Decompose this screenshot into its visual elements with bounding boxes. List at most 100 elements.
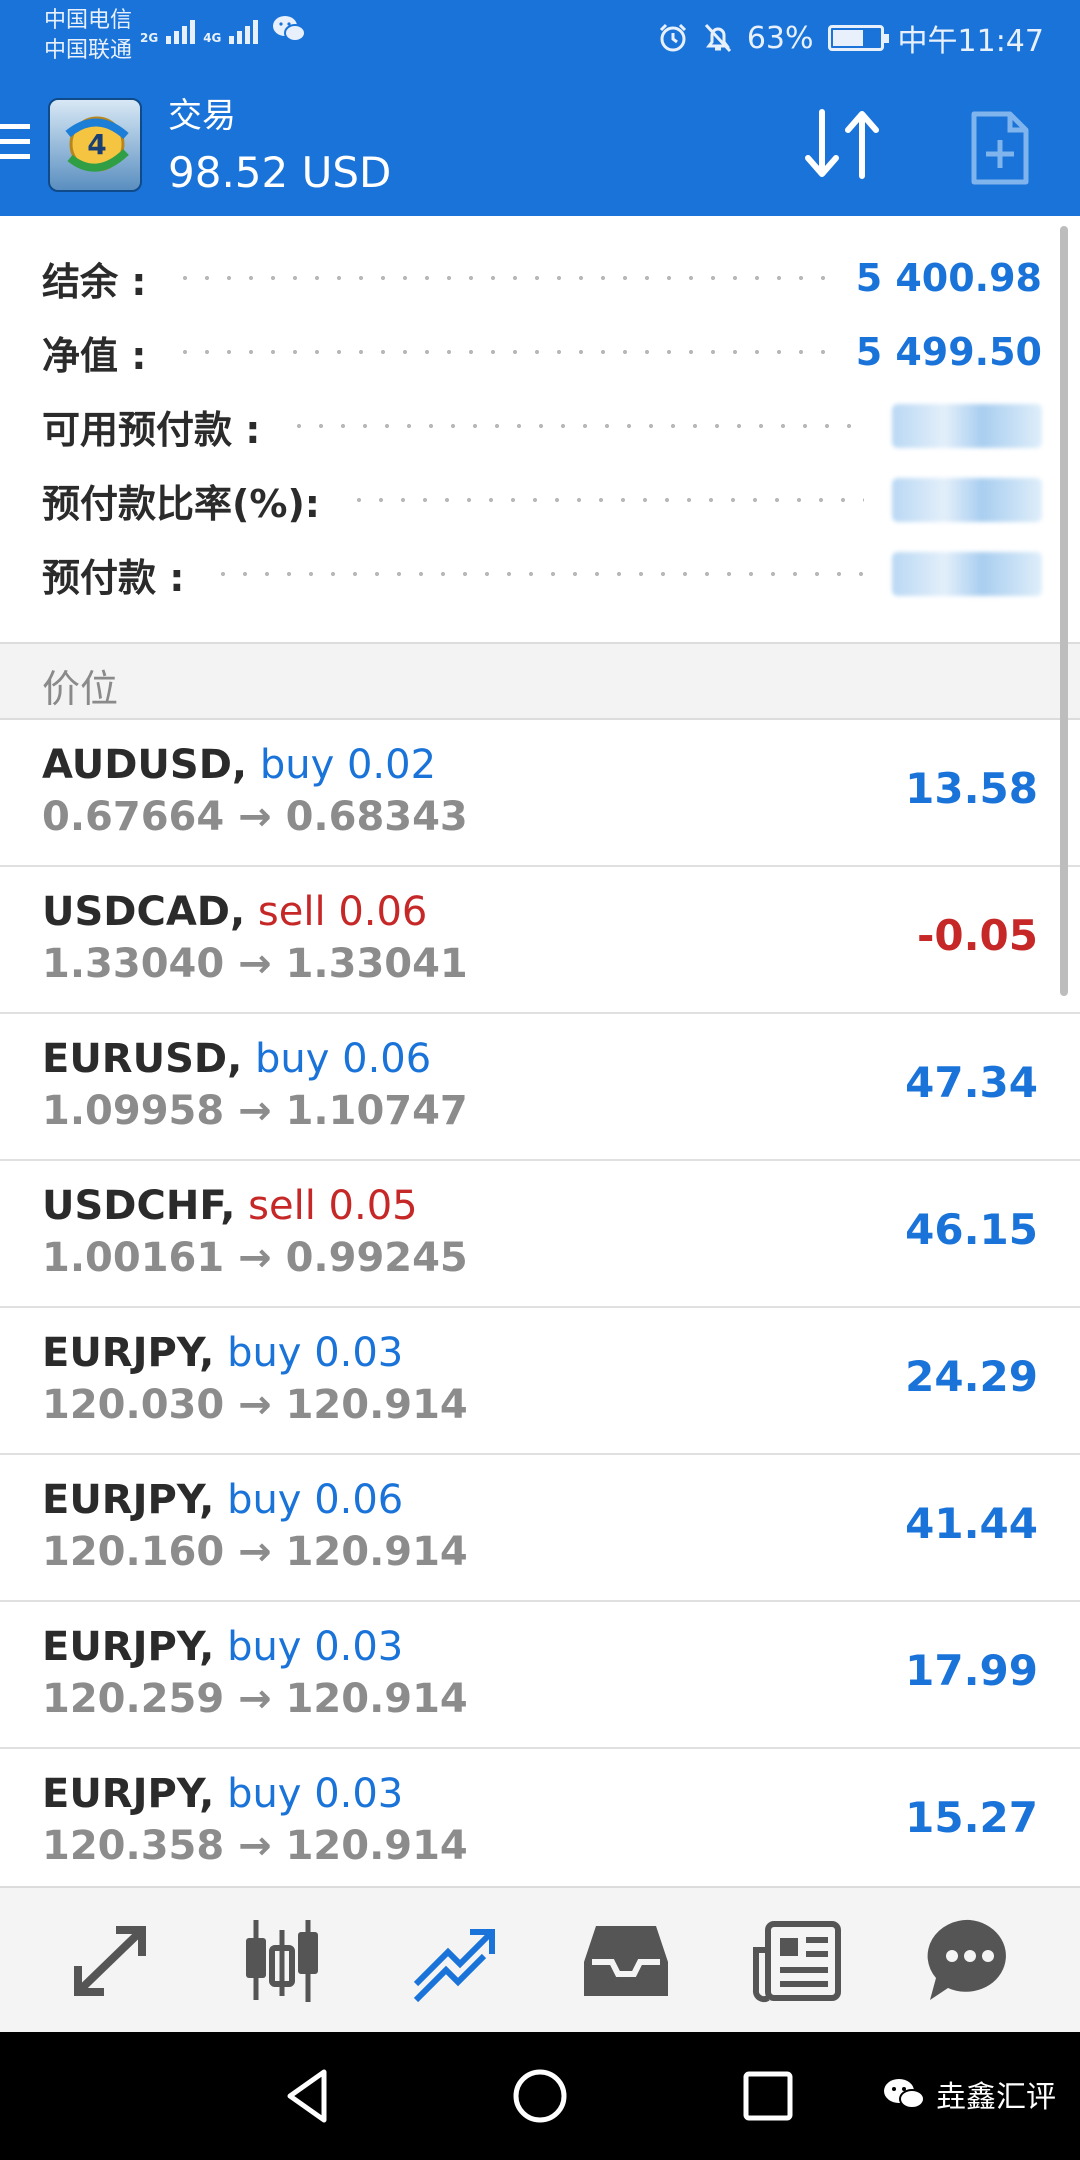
- position-title: AUDUSD, buy 0.02: [42, 740, 436, 790]
- summary-value: 5 499.50: [855, 330, 1042, 374]
- carrier-1: 中国电信: [44, 8, 133, 33]
- screen-title: 交易: [168, 96, 236, 136]
- bottom-navigation: [0, 1886, 1080, 2032]
- signal-icon-2: [229, 18, 259, 44]
- position-prices: 120.259 → 120.914: [42, 1674, 468, 1724]
- app-toolbar: 4 交易 98.52 USD: [0, 72, 1080, 216]
- open-price: 1.33040: [42, 941, 225, 987]
- summary-row-free-margin: 可用预付款 :: [42, 396, 1042, 456]
- wechat-icon: [273, 16, 307, 42]
- battery-percent: 63%: [746, 20, 814, 56]
- current-price: 1.10747: [285, 1088, 468, 1134]
- position-row[interactable]: USDCHF, sell 0.05 1.00161 → 0.99245 46.15: [0, 1161, 1080, 1308]
- app-logo: 4: [48, 98, 142, 192]
- position-row[interactable]: EURJPY, buy 0.03 120.358 → 120.914 15.27: [0, 1749, 1080, 1896]
- position-symbol: EURJPY,: [42, 1477, 215, 1523]
- blurred-value: [892, 478, 1042, 522]
- history-icon[interactable]: [576, 1910, 676, 2010]
- chart-icon[interactable]: [232, 1910, 332, 2010]
- scrollbar[interactable]: [1060, 226, 1068, 996]
- position-prices: 120.358 → 120.914: [42, 1821, 468, 1871]
- network-indicators: 2G 4G: [140, 14, 307, 45]
- position-direction: sell 0.06: [257, 889, 428, 935]
- open-price: 1.09958: [42, 1088, 225, 1134]
- open-price: 120.030: [42, 1382, 225, 1428]
- dot-leader: [288, 424, 864, 428]
- current-price: 120.914: [285, 1382, 468, 1428]
- position-direction: buy 0.03: [227, 1771, 404, 1817]
- position-title: USDCHF, sell 0.05: [42, 1181, 418, 1231]
- position-prices: 0.67664 → 0.68343: [42, 792, 468, 842]
- arrow-icon: →: [238, 1676, 272, 1722]
- position-row[interactable]: EURJPY, buy 0.03 120.030 → 120.914 24.29: [0, 1308, 1080, 1455]
- home-icon[interactable]: [508, 2064, 572, 2128]
- open-price: 1.00161: [42, 1235, 225, 1281]
- summary-label: 预付款 :: [42, 555, 185, 600]
- arrow-icon: →: [238, 1088, 272, 1134]
- toolbar-balance: 98.52 USD: [168, 148, 392, 197]
- position-title: EURUSD, buy 0.06: [42, 1034, 431, 1084]
- menu-icon[interactable]: [0, 124, 30, 164]
- position-row[interactable]: USDCAD, sell 0.06 1.33040 → 1.33041 -0.05: [0, 867, 1080, 1014]
- position-symbol: EURJPY,: [42, 1330, 215, 1376]
- account-summary: 结余 : 5 400.98 净值 : 5 499.50 可用预付款 : 预付款比…: [0, 216, 1080, 644]
- current-price: 120.914: [285, 1823, 468, 1869]
- position-direction: buy 0.06: [255, 1036, 432, 1082]
- trade-icon[interactable]: [404, 1910, 504, 2010]
- positions-header: 价位: [0, 644, 1080, 720]
- positions-list: AUDUSD, buy 0.02 0.67664 → 0.68343 13.58 US…: [0, 720, 1080, 1896]
- position-row[interactable]: EURJPY, buy 0.06 120.160 → 120.914 41.44: [0, 1455, 1080, 1602]
- chat-icon[interactable]: [920, 1910, 1020, 2010]
- position-symbol: USDCAD,: [42, 889, 246, 935]
- blurred-value: [892, 552, 1042, 596]
- current-price: 0.68343: [285, 794, 468, 840]
- arrow-icon: →: [238, 1382, 272, 1428]
- position-direction: buy 0.02: [259, 742, 437, 788]
- current-price: 120.914: [285, 1529, 468, 1575]
- news-icon[interactable]: [748, 1910, 848, 2010]
- position-symbol: AUDUSD,: [42, 742, 248, 788]
- quotes-icon[interactable]: [60, 1910, 160, 2010]
- position-profit: 24.29: [905, 1352, 1038, 1401]
- position-title: EURJPY, buy 0.03: [42, 1328, 403, 1378]
- back-icon[interactable]: [276, 2064, 340, 2128]
- recents-icon[interactable]: [736, 2064, 800, 2128]
- position-direction: buy 0.03: [227, 1330, 404, 1376]
- position-row[interactable]: AUDUSD, buy 0.02 0.67664 → 0.68343 13.58: [0, 720, 1080, 867]
- system-navigation-bar: 垚鑫汇评: [0, 2032, 1080, 2160]
- carrier-2: 中国联通: [44, 38, 133, 63]
- position-row[interactable]: EURUSD, buy 0.06 1.09958 → 1.10747 47.34: [0, 1014, 1080, 1161]
- sort-button[interactable]: [800, 106, 886, 182]
- dot-leader: [174, 276, 828, 280]
- summary-row-balance: 结余 : 5 400.98: [42, 248, 1042, 308]
- position-profit: 15.27: [905, 1793, 1038, 1842]
- position-prices: 120.160 → 120.914: [42, 1527, 468, 1577]
- position-row[interactable]: EURJPY, buy 0.03 120.259 → 120.914 17.99: [0, 1602, 1080, 1749]
- position-profit: -0.05: [916, 911, 1038, 960]
- section-title: 价位: [42, 667, 119, 711]
- position-direction: buy 0.03: [227, 1624, 404, 1670]
- wechat-icon: [884, 2079, 925, 2109]
- open-price: 120.358: [42, 1823, 225, 1869]
- position-title: EURJPY, buy 0.03: [42, 1769, 403, 1819]
- bell-off-icon: [704, 23, 731, 53]
- position-profit: 46.15: [905, 1205, 1038, 1254]
- status-right: 63% 中午11:47: [657, 16, 1044, 60]
- position-prices: 1.33040 → 1.33041: [42, 939, 468, 989]
- position-direction: sell 0.05: [248, 1183, 418, 1229]
- summary-label: 结余 :: [42, 259, 147, 304]
- new-order-button[interactable]: [968, 110, 1032, 186]
- position-symbol: EURJPY,: [42, 1624, 215, 1670]
- summary-label: 预付款比率(%):: [42, 481, 321, 526]
- summary-row-margin-level: 预付款比率(%):: [42, 470, 1042, 530]
- arrow-icon: →: [238, 794, 272, 840]
- network-type-1: 2G: [140, 31, 159, 45]
- signal-icon-1: [166, 18, 196, 44]
- open-price: 120.259: [42, 1676, 225, 1722]
- open-price: 0.67664: [42, 794, 225, 840]
- position-prices: 1.00161 → 0.99245: [42, 1233, 468, 1283]
- current-price: 1.33041: [285, 941, 468, 987]
- position-title: EURJPY, buy 0.03: [42, 1622, 403, 1672]
- summary-row-equity: 净值 : 5 499.50: [42, 322, 1042, 382]
- summary-label: 净值 :: [42, 333, 147, 378]
